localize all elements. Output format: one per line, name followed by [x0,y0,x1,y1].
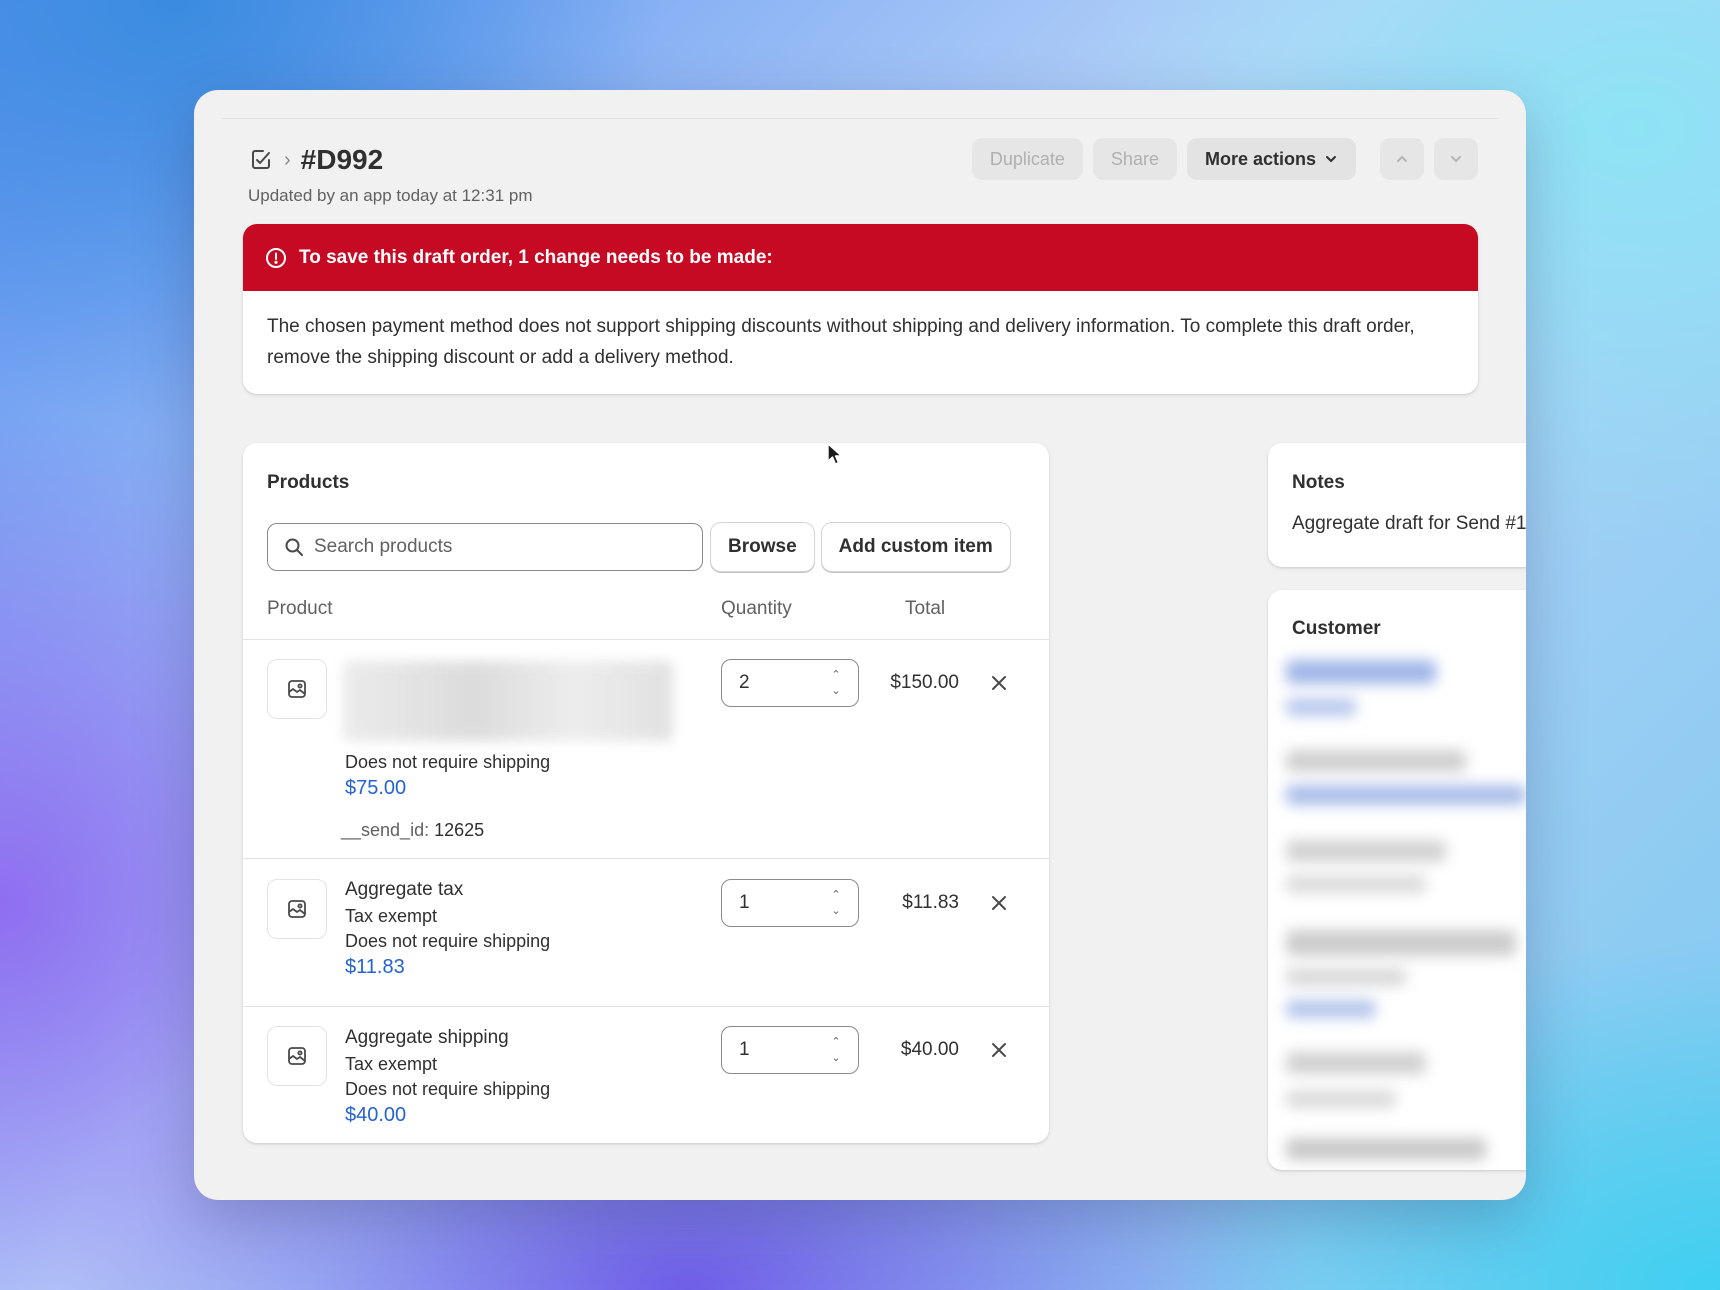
products-title: Products [267,472,350,493]
top-divider [222,118,1498,119]
product-search-row: Browse Add custom item [267,523,1010,571]
alert-circle-icon [266,247,286,268]
product-property: __send_id: 12625 [341,820,484,841]
address-heading-redacted [1286,840,1446,862]
product-shipping-note: Does not require shipping [345,931,551,951]
app-window: › #D992 Updated by an app today at 12:31… [194,90,1526,1200]
product-image-placeholder-icon [267,879,327,939]
decrement-icon[interactable]: ⌄ [831,904,840,918]
search-icon [285,538,303,556]
increment-icon[interactable]: ⌃ [831,888,840,902]
column-header-product: Product [267,598,333,619]
add-custom-item-button[interactable]: Add custom item [821,523,1010,571]
chevron-down-icon [1451,156,1461,163]
product-tax-note: Tax exempt [345,1054,438,1074]
decrement-icon[interactable]: ⌄ [831,684,840,698]
remove-item-close-icon[interactable] [988,892,1010,914]
products-card: Products Browse Add custom item Product … [243,443,1049,1143]
mouse-cursor-icon [826,442,844,471]
customer-title: Customer [1292,618,1381,639]
product-name-redacted [343,661,673,741]
draft-orders-icon[interactable] [248,147,274,173]
more-actions-label: More actions [1204,148,1316,169]
billing-line-redacted [1286,1090,1396,1108]
quantity-stepper[interactable]: 1 ⌃ ⌄ [721,1026,859,1074]
quantity-stepper[interactable]: 2 ⌃ ⌄ [721,659,859,707]
product-image-placeholder-icon [267,659,327,719]
breadcrumb-chevron-icon: › [284,148,291,171]
billing-line-redacted [1286,1138,1486,1160]
customer-card: Customer ••• [1268,590,1526,1170]
page-subtitle: Updated by an app today at 12:31 pm [248,186,533,205]
notes-title: Notes [1292,472,1345,493]
header-actions: Duplicate Share More actions [971,138,1478,180]
search-products-input[interactable] [314,536,674,558]
customer-name-redacted [1286,660,1436,684]
billing-heading-redacted [1286,1052,1426,1074]
search-field[interactable] [267,523,703,571]
decrement-icon[interactable]: ⌄ [831,1051,840,1065]
error-banner-title: To save this draft order, 1 change needs… [299,246,773,268]
line-total: $11.83 [902,892,959,913]
table-divider [243,639,1049,640]
customer-orders-redacted [1286,698,1356,716]
product-shipping-note: Does not require shipping [345,1079,551,1099]
error-banner: To save this draft order, 1 change needs… [243,224,1478,394]
duplicate-button[interactable]: Duplicate [971,138,1083,180]
property-key: __send_id: [341,820,430,840]
address-line-redacted [1286,930,1516,956]
line-total: $150.00 [890,672,959,693]
line-total: $40.00 [900,1039,959,1060]
address-line-redacted [1286,968,1406,986]
page-title: #D992 [300,144,384,175]
table-divider [243,1006,1049,1007]
email-redacted [1286,785,1526,805]
product-name[interactable]: Aggregate shipping [345,1027,509,1049]
stepper-controls: ⌃ ⌄ [818,663,854,703]
column-header-quantity: Quantity [721,598,792,619]
previous-order-button[interactable] [1380,138,1424,180]
page-header: › #D992 Updated by an app today at 12:31… [248,140,532,206]
map-link-redacted [1286,1000,1376,1018]
address-line-redacted [1286,875,1426,893]
share-button[interactable]: Share [1092,138,1177,180]
quantity-stepper[interactable]: 1 ⌃ ⌄ [721,879,859,927]
error-banner-header: To save this draft order, 1 change needs… [243,224,1478,291]
browse-button[interactable]: Browse [711,523,814,571]
chevron-up-icon [1397,155,1407,162]
contact-info-redacted [1286,750,1466,772]
product-shipping-note: Does not require shipping [345,752,551,772]
next-order-button[interactable] [1434,138,1478,180]
product-price-link[interactable]: $11.83 [345,956,405,979]
table-divider [243,858,1049,859]
product-image-placeholder-icon [267,1026,327,1086]
error-banner-message: The chosen payment method does not suppo… [267,316,1415,368]
remove-item-close-icon[interactable] [988,672,1010,694]
chevron-down-icon [1326,156,1336,163]
notes-card: Notes Aggregate draft for Send #12625 [1268,443,1526,567]
increment-icon[interactable]: ⌃ [831,668,840,682]
product-name[interactable]: Aggregate tax [345,879,463,901]
product-price-link[interactable]: $40.00 [345,1104,406,1127]
more-actions-button[interactable]: More actions [1186,138,1356,180]
notes-text: Aggregate draft for Send #12625 [1292,513,1526,534]
product-tax-note: Tax exempt [345,906,438,926]
quantity-value: 1 [739,1039,750,1060]
property-value: 12625 [434,820,485,840]
stepper-controls: ⌃ ⌄ [818,1030,854,1070]
increment-icon[interactable]: ⌃ [831,1035,840,1049]
column-header-total: Total [905,598,946,619]
quantity-value: 2 [739,672,750,693]
quantity-value: 1 [739,892,750,913]
stepper-controls: ⌃ ⌄ [818,883,854,923]
product-price-link[interactable]: $75.00 [345,777,406,800]
remove-item-close-icon[interactable] [988,1039,1010,1061]
